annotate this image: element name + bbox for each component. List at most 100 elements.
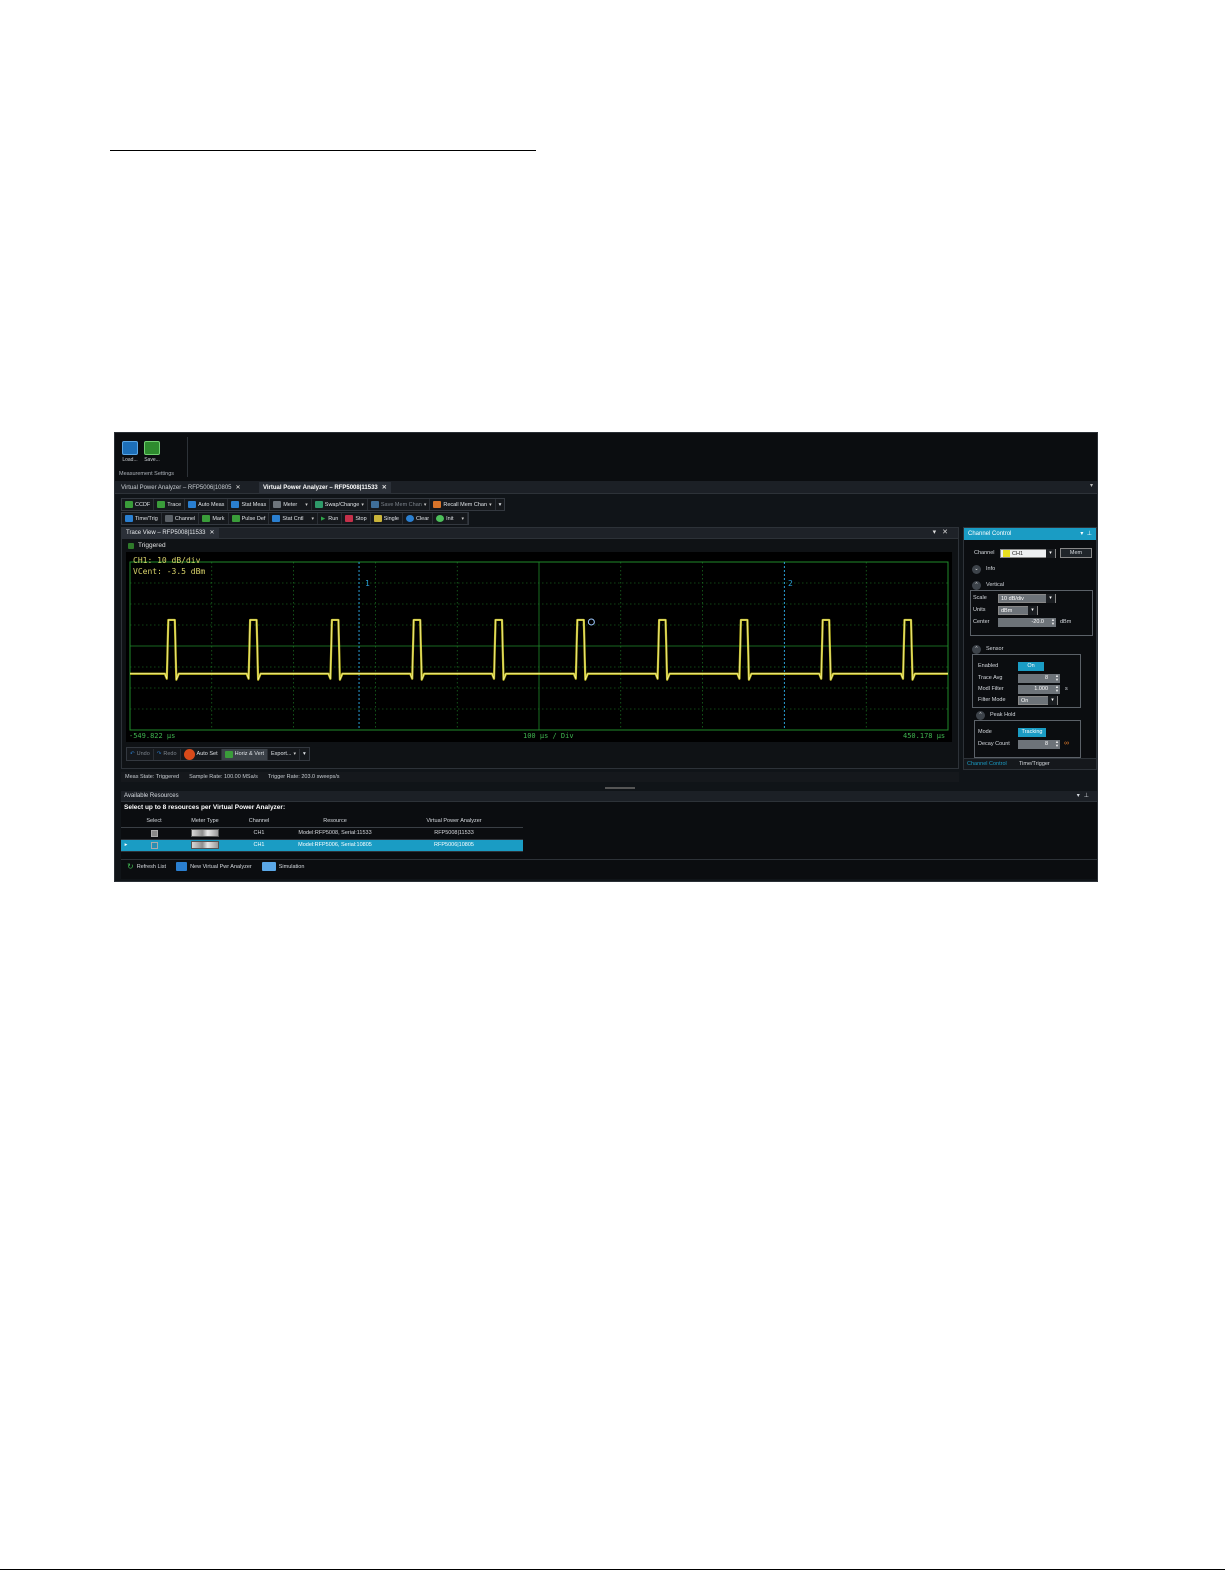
select-cell[interactable] [131,839,177,852]
chevron-down-icon[interactable]: ▾ [933,529,943,536]
sample-rate-status: Sample Rate: 100.00 MSa/s [189,774,258,780]
select-cell[interactable] [131,827,177,840]
filter-mode-select[interactable]: On ▾ [1018,696,1058,705]
ccdf-button[interactable]: CCDF [122,499,155,510]
single-button[interactable]: Single [371,513,403,524]
new-vpa-button[interactable]: New Virtual Pwr Analyzer [176,862,252,871]
save-button[interactable]: Save... [141,441,163,463]
pulse-def-button[interactable]: Pulse Def [229,513,270,524]
chevron-down-icon[interactable]: ▾ [1080,531,1083,537]
refresh-icon: ↻ [127,862,134,871]
toolbar-overflow[interactable]: ▾ [496,499,505,510]
resource-cell: Model:RFP5008, Serial:11533 [285,827,385,840]
spinner-icon[interactable]: ▲ ▼ [1051,618,1055,626]
close-icon[interactable]: ✕ [382,485,387,491]
spinner-icon[interactable]: ▲ ▼ [1055,674,1059,682]
decay-count-input[interactable]: 8 ▲ ▼ [1018,740,1060,749]
chevron-down-icon[interactable]: ▾ [312,516,315,522]
scale-select[interactable]: 10 dB/div ▾ [998,594,1056,603]
collapse-vertical-icon[interactable]: ⌃ [972,581,981,590]
undo-button[interactable]: ↶ Undo [127,748,154,760]
stat-meas-button[interactable]: Stat Meas [228,499,271,510]
mode-tracking-button[interactable]: Tracking [1018,728,1046,737]
row-indicator-header [121,815,131,828]
collapse-sensor-icon[interactable]: ⌃ [972,645,981,654]
mem-button[interactable]: Mem [1060,548,1092,558]
chevron-down-icon[interactable]: ▾ [1090,482,1093,489]
clear-button[interactable]: Clear [403,513,434,524]
bottom-toolbar-overflow[interactable]: ▾ [300,749,309,760]
horiz-vert-button[interactable]: Horiz & Vert [221,748,268,760]
stat-cntl-button[interactable]: Stat Cntl ▾ [269,513,319,524]
chevron-down-icon[interactable]: ▾ [293,751,296,757]
mark-button[interactable]: Mark [199,513,229,524]
ccdf-icon [125,501,133,508]
run-button[interactable]: ▶ Run [318,513,343,524]
select-checkbox[interactable] [150,829,158,837]
chevron-down-icon[interactable]: ▾ [461,516,464,522]
trace-avg-input[interactable]: 8 ▲ ▼ [1018,674,1060,683]
init-button[interactable]: Init ▾ [433,513,468,524]
trace-button[interactable]: Trace [154,499,186,510]
auto-set-label: Auto Set [196,751,218,757]
collapse-info-icon[interactable]: ⌄ [972,565,981,574]
close-icon[interactable]: ✕ [236,485,241,491]
splitter-handle[interactable] [605,787,635,789]
swap-change-button[interactable]: Swap/Change ▾ [312,499,368,510]
close-icon[interactable]: ✕ [942,529,954,536]
tab-channel-control[interactable]: Channel Control [964,759,1010,769]
stop-button[interactable]: Stop [342,513,371,524]
ccdf-label: CCDF [135,501,151,508]
save-mem-chan-button[interactable]: Save Mem Chan ▾ [368,499,431,510]
units-select[interactable]: dBm ▾ [998,606,1038,615]
doc-tab-rfp5006[interactable]: Virtual Power Analyzer – RFP5006|10805 ✕ [117,482,245,494]
spinner-icon[interactable]: ▲ ▼ [1055,740,1059,748]
current-row-icon: ▸ [124,842,128,848]
channel-select[interactable]: CH1 ▾ [1000,549,1056,558]
spinner-icon[interactable]: ▲ ▼ [1055,685,1059,693]
chevron-down-icon[interactable]: ▾ [489,502,492,508]
auto-set-button[interactable]: Auto Set [181,748,222,760]
simulation-button[interactable]: Simulation [261,862,304,871]
pin-icon[interactable]: ⊥ [1087,531,1092,537]
center-unit: dBm [1060,619,1072,625]
chevron-down-icon[interactable]: ▾ [361,502,364,508]
peak-hold-group [974,720,1081,758]
tab-time-trigger[interactable]: Time/Trigger [1016,759,1053,769]
enabled-toggle[interactable]: On [1018,662,1044,671]
time-trig-label: Time/Trig [135,515,158,522]
chevron-down-icon: ▾ [1048,696,1057,705]
channel-button[interactable]: Channel [162,513,200,524]
pin-icon[interactable]: ⊥ [1084,793,1093,799]
refresh-list-button[interactable]: ↻ Refresh List [127,862,166,871]
mode-value: Tracking [1021,729,1043,735]
doc-tab-rfp5008[interactable]: Virtual Power Analyzer – RFP5008|11533 ✕ [259,482,391,494]
collapse-peak-hold-icon[interactable]: ⌃ [976,711,985,720]
panel-controls: ▾✕ [933,528,954,536]
table-row-selected[interactable]: ▸ CH1 Model:RFP5006, Serial:10805 RFP500… [121,839,523,852]
redo-button[interactable]: ↷ Redo [154,748,181,760]
chevron-down-icon[interactable]: ▾ [305,502,308,508]
page-rule-bottom [0,1569,1225,1570]
scope-display[interactable]: CH1: 10 dB/div VCent: -3.5 dBm 1 2 -549.… [126,552,952,742]
auto-meas-button[interactable]: Auto Meas [185,499,229,510]
available-resources-panel: Available Resources ▾⊥ Select up to 8 re… [121,791,1097,879]
chevron-down-icon: ▾ [1028,606,1037,615]
chevron-down-icon[interactable]: ▾ [1077,793,1084,799]
table-row[interactable]: CH1 Model:RFP5008, Serial:11533 RFP5008|… [121,827,523,840]
trace-view-tab[interactable]: Trace View – RFP5008|11533 ✕ [122,528,219,539]
select-checkbox[interactable] [150,841,158,849]
meter-label: Meter [283,501,298,508]
meter-button[interactable]: Meter ▾ [270,499,312,510]
chevron-down-icon[interactable]: ▾ [424,502,427,508]
mark-icon [202,515,211,522]
modl-filter-input[interactable]: 1.000 ▲ ▼ [1018,685,1060,694]
close-icon[interactable]: ✕ [210,530,215,536]
time-trig-button[interactable]: Time/Trig [122,513,162,524]
recall-mem-chan-button[interactable]: Recall Mem Chan ▾ [430,499,496,510]
new-vpa-icon [176,862,188,871]
load-button[interactable]: Load... [119,441,141,463]
infinity-icon[interactable]: ∞ [1064,740,1069,747]
export-button[interactable]: Export... ▾ [268,748,300,760]
center-input[interactable]: -20.0 ▲ ▼ [998,618,1056,627]
